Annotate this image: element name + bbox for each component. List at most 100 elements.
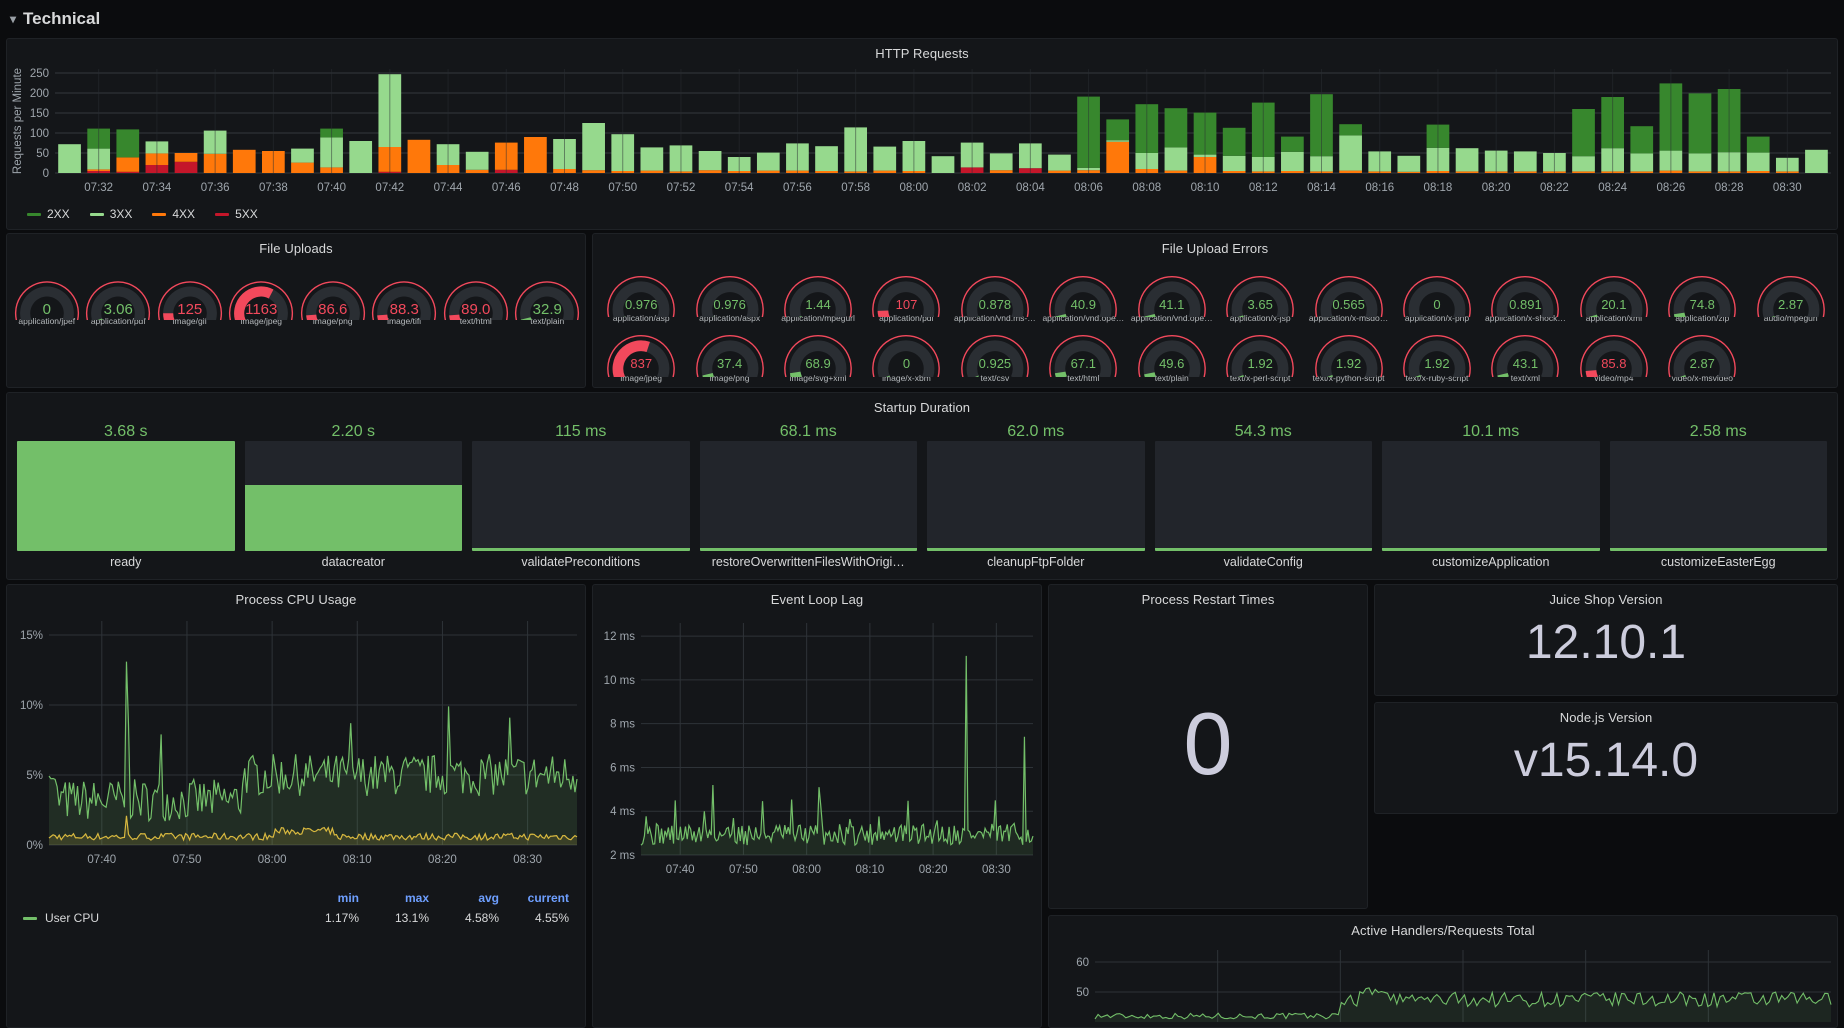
legend-item-2xx[interactable]: 2XX: [27, 207, 70, 221]
panel-title-file-upload-errors: File Upload Errors: [1161, 241, 1269, 256]
gauge-file-upload-errors-7[interactable]: 3.65 application/x-jsp: [1216, 264, 1304, 323]
cpu-legend-row[interactable]: User CPU 1.17% 13.1% 4.58% 4.55%: [7, 905, 585, 925]
cpu-legend-header-max: max: [404, 891, 429, 905]
gauge-value: 49.6: [1159, 356, 1185, 372]
gauge-dial: 2.87: [1746, 264, 1834, 318]
gauge-file-upload-errors-2[interactable]: 1.44 application/mpegurl: [774, 264, 862, 323]
startup-bar-7[interactable]: 2.58 ms customizeEasterEgg: [1609, 423, 1827, 569]
chevron-down-icon: ▾: [10, 12, 17, 26]
legend-item-3xx[interactable]: 3XX: [89, 207, 133, 221]
svg-text:08:10: 08:10: [1191, 182, 1220, 194]
gauge-dial: 43.1: [1481, 323, 1569, 377]
gauge-file-upload-errors-6[interactable]: 41.1 application/vnd.ope…: [1128, 264, 1216, 323]
startup-bar-2[interactable]: 115 ms validatePreconditions: [472, 423, 690, 569]
gauge-file-uploads-3[interactable]: 1163 image/jpeg: [226, 270, 298, 326]
startup-bar-6[interactable]: 10.1 ms customizeApplication: [1382, 423, 1600, 569]
panel-title-nodejs-version: Node.js Version: [1559, 710, 1653, 725]
gauge-file-uploads-4[interactable]: 86.6 image/png: [297, 270, 369, 326]
startup-bar-4[interactable]: 62.0 ms cleanupFtpFolder: [927, 423, 1145, 569]
panel-process-restart-times[interactable]: Process Restart Times 0: [1048, 584, 1368, 909]
gauge-file-uploads-7[interactable]: 32.9 text/plain: [512, 270, 584, 326]
gauge-dial: 1163: [226, 270, 298, 321]
process-cpu-legend[interactable]: min max avg current User CPU 1.17% 13.1% 4.58% 4…: [7, 891, 585, 925]
gauge-file-upload-errors-3[interactable]: 107 application/pdf: [862, 264, 950, 323]
cpu-legend-header-avg: avg: [478, 891, 499, 905]
panel-process-cpu-usage[interactable]: Process CPU Usage 0% 5% 10% 15% 07:40 07:50 08…: [6, 584, 586, 1028]
gauge-value: 837: [630, 356, 653, 372]
gauge-file-upload-errors-12[interactable]: 74.8 application/zip: [1658, 264, 1746, 323]
startup-bar-3[interactable]: 68.1 ms restoreOverwrittenFilesWithOrigi…: [699, 423, 917, 569]
gauge-file-upload-errors-15[interactable]: 37.4 image/png: [685, 323, 773, 383]
gauge-file-upload-errors-20[interactable]: 49.6 text/plain: [1128, 323, 1216, 383]
legend-label: 5XX: [235, 207, 258, 221]
svg-text:250: 250: [30, 68, 49, 80]
gauge-dial: 0.891: [1481, 264, 1569, 318]
gauge-file-upload-errors-4[interactable]: 0.878 application/vnd.ms-…: [951, 264, 1039, 323]
gauge-file-upload-errors-26[interactable]: 2.87 video/x-msvideo: [1658, 323, 1746, 383]
gauge-file-uploads-2[interactable]: 125 image/gif: [154, 270, 226, 326]
gauge-file-upload-errors-13[interactable]: 2.87 audio/mpegurl: [1746, 264, 1834, 323]
svg-text:08:30: 08:30: [1773, 182, 1802, 194]
legend-item-4xx[interactable]: 4XX: [152, 207, 195, 221]
gauge-file-upload-errors-11[interactable]: 20.1 application/xml: [1570, 264, 1658, 323]
panel-nodejs-version[interactable]: Node.js Version v15.14.0: [1374, 702, 1838, 814]
gauge-file-upload-errors-10[interactable]: 0.891 application/x-shock…: [1481, 264, 1569, 323]
startup-value: 3.68 s: [103, 423, 148, 440]
gauge-dial: 85.8: [1570, 323, 1658, 377]
juice-shop-version-value: 12.10.1: [1525, 616, 1687, 669]
gauge-file-uploads-5[interactable]: 88.3 image/tiff: [369, 270, 441, 326]
startup-name: customizeEasterEgg: [1660, 555, 1776, 569]
gauge-value: 0.565: [1332, 297, 1365, 313]
svg-text:08:00: 08:00: [792, 864, 821, 876]
gauge-file-uploads-1[interactable]: 3.06 application/pdf: [83, 270, 155, 326]
startup-duration-bars: 3.68 s ready 2.20 s datacreator 115 ms valida…: [17, 423, 1827, 569]
panel-event-loop-lag[interactable]: Event Loop Lag 2 ms 4 ms 6 ms 8 ms 10 ms 12 m…: [592, 584, 1042, 1028]
nodejs-version-value: v15.14.0: [1513, 734, 1699, 787]
gauge-value: 1.92: [1335, 356, 1362, 372]
svg-text:08:26: 08:26: [1656, 182, 1685, 194]
gauge-value: 86.6: [318, 301, 348, 319]
gauge-file-upload-errors-21[interactable]: 1.92 text/x-perl-script: [1216, 323, 1304, 383]
svg-text:10%: 10%: [20, 700, 43, 712]
gauge-file-upload-errors-25[interactable]: 85.8 video/mp4: [1570, 323, 1658, 383]
panel-active-handlers[interactable]: Active Handlers/Requests Total 50 60: [1048, 915, 1838, 1028]
svg-text:08:14: 08:14: [1307, 182, 1336, 194]
gauge-file-upload-errors-14[interactable]: 837 image/jpeg: [597, 323, 685, 383]
panel-title-http-requests: HTTP Requests: [875, 46, 969, 61]
startup-bar-1[interactable]: 2.20 s datacreator: [244, 423, 462, 569]
legend-label: 3XX: [109, 207, 133, 221]
panel-file-uploads[interactable]: File Uploads 0 application/jpef 3.06 applic…: [6, 233, 586, 388]
startup-bar-0[interactable]: 3.68 s ready: [17, 423, 235, 569]
file-upload-errors-gauge-grid: 0.976 application/asp 0.976 application/asp…: [597, 264, 1835, 383]
gauge-file-upload-errors-19[interactable]: 67.1 text/html: [1039, 323, 1127, 383]
gauge-dial: 107: [862, 264, 950, 318]
panel-http-requests[interactable]: HTTP Requests 0 50 100 150 200 250 07:32 07:34 0…: [6, 38, 1838, 230]
http-requests-legend[interactable]: 2XX 3XX 4XX 5XX: [27, 207, 258, 221]
gauge-file-upload-errors-8[interactable]: 0.565 application/x-msdo…: [1304, 264, 1392, 323]
startup-bar-track: [17, 441, 235, 551]
gauge-file-upload-errors-0[interactable]: 0.976 application/asp: [597, 264, 685, 323]
gauge-value: 1163: [245, 301, 278, 319]
legend-item-5xx[interactable]: 5XX: [215, 207, 258, 221]
gauge-file-upload-errors-23[interactable]: 1.92 text/x-ruby-script: [1393, 323, 1481, 383]
gauge-dial: 0.976: [685, 264, 773, 318]
gauge-file-upload-errors-9[interactable]: 0 application/x-php: [1393, 264, 1481, 323]
panel-file-upload-errors[interactable]: File Upload Errors 0.976 application/asp 0…: [592, 233, 1838, 388]
gauge-file-uploads-0[interactable]: 0 application/jpef: [11, 270, 83, 326]
gauge-file-upload-errors-18[interactable]: 0.925 text/csv: [951, 323, 1039, 383]
panel-startup-duration[interactable]: Startup Duration 3.68 s ready 2.20 s datacr…: [6, 392, 1838, 580]
gauge-file-upload-errors-24[interactable]: 43.1 text/xml: [1481, 323, 1569, 383]
gauge-file-upload-errors-1[interactable]: 0.976 application/aspx: [685, 264, 773, 323]
panel-juice-shop-version[interactable]: Juice Shop Version 12.10.1: [1374, 584, 1838, 696]
gauge-file-upload-errors-17[interactable]: 0 image/x-xbm: [862, 323, 950, 383]
startup-bar-5[interactable]: 54.3 ms validateConfig: [1154, 423, 1372, 569]
gauge-file-uploads-6[interactable]: 89.0 text/html: [440, 270, 512, 326]
gauge-file-upload-errors-22[interactable]: 1.92 text/x-python-script: [1304, 323, 1392, 383]
startup-bar-fill: [1609, 548, 1827, 551]
gauge-file-upload-errors-5[interactable]: 40.9 application/vnd.ope…: [1039, 264, 1127, 323]
svg-text:08:30: 08:30: [982, 864, 1011, 876]
gauge-file-upload-errors-16[interactable]: 68.9 image/svg+xml: [774, 323, 862, 383]
legend-max: 13.1%: [394, 911, 429, 925]
svg-text:07:56: 07:56: [783, 182, 812, 194]
row-header-technical[interactable]: ▾ Technical: [0, 0, 1844, 38]
